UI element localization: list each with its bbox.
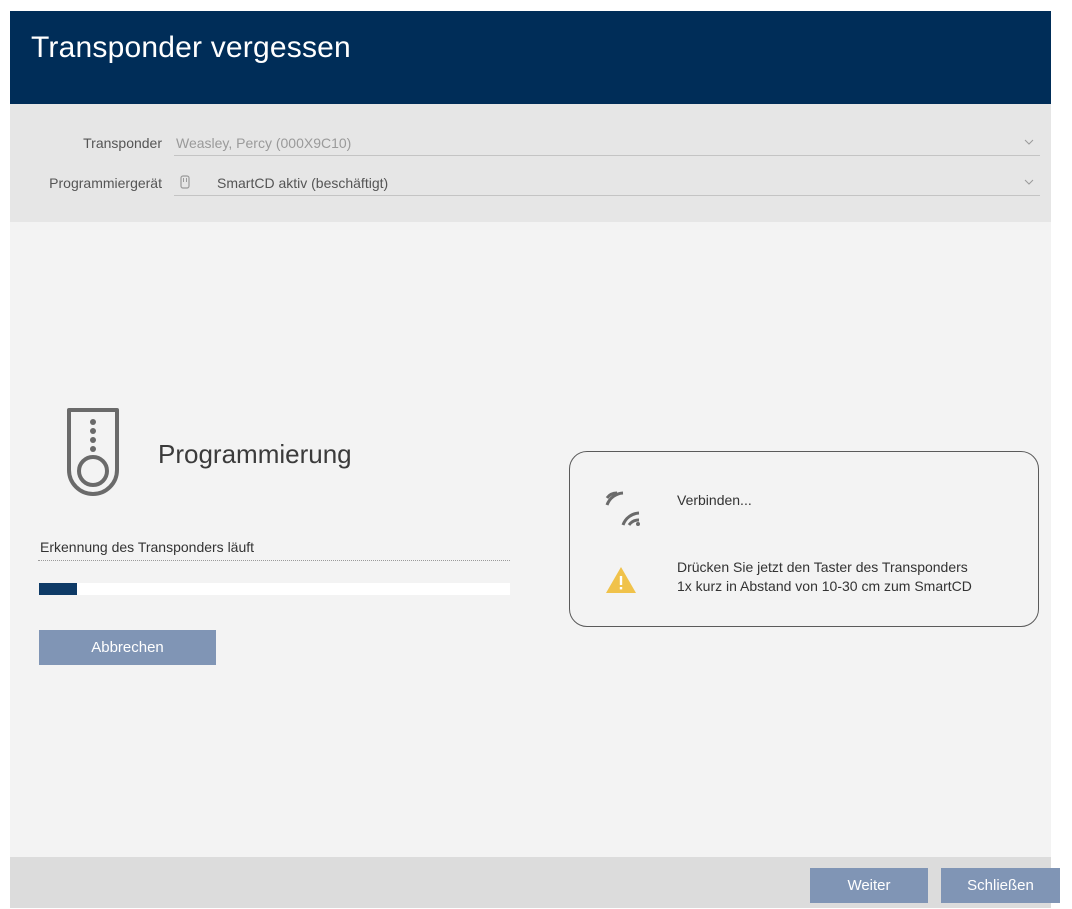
transponder-value: Weasley, Percy (000X9C10): [176, 135, 352, 151]
programming-title: Programmierung: [158, 439, 352, 469]
device-label: Programmiergerät: [49, 175, 162, 191]
warning-icon: [606, 567, 636, 593]
transponder-forget-dialog: Transponder vergessen Transponder Weasle…: [10, 11, 1060, 908]
wireless-signal-icon: [605, 491, 640, 526]
transponder-select[interactable]: Weasley, Percy (000X9C10): [174, 131, 1040, 156]
progress-fill: [39, 583, 77, 595]
chevron-down-icon: [1024, 139, 1034, 145]
dialog-header: Transponder vergessen: [10, 11, 1051, 104]
dialog-title: Transponder vergessen: [31, 31, 351, 64]
progress-bar: [39, 583, 510, 595]
chevron-down-icon: [1024, 179, 1034, 185]
cancel-button[interactable]: Abbrechen: [39, 630, 216, 665]
device-row: Programmiergerät SmartCD aktiv (beschäft…: [10, 171, 1051, 196]
hint-line-1: Drücken Sie jetzt den Taster des Transpo…: [677, 559, 968, 575]
transponder-row: Transponder Weasley, Percy (000X9C10): [10, 131, 1051, 156]
smartcd-device-icon: [180, 175, 190, 189]
transponder-icon: [67, 408, 119, 496]
next-button[interactable]: Weiter: [810, 868, 928, 903]
dialog-footer: Weiter Schließen: [10, 857, 1060, 908]
status-text-row: Erkennung des Transponders läuft: [38, 536, 510, 561]
device-select[interactable]: SmartCD aktiv (beschäftigt): [174, 171, 1040, 196]
message-panel: Verbinden... Drücken Sie jetzt den Taste…: [569, 451, 1039, 627]
selection-form: Transponder Weasley, Percy (000X9C10) Pr…: [10, 104, 1051, 222]
hint-line-2: 1x kurz in Abstand von 10-30 cm zum Smar…: [677, 578, 972, 594]
transponder-label: Transponder: [83, 135, 162, 151]
hint-message: Drücken Sie jetzt den Taster des Transpo…: [677, 558, 1037, 596]
device-value: SmartCD aktiv (beschäftigt): [217, 175, 389, 191]
close-button[interactable]: Schließen: [941, 868, 1060, 903]
status-text: Erkennung des Transponders läuft: [40, 539, 255, 555]
connect-message: Verbinden...: [677, 492, 752, 508]
